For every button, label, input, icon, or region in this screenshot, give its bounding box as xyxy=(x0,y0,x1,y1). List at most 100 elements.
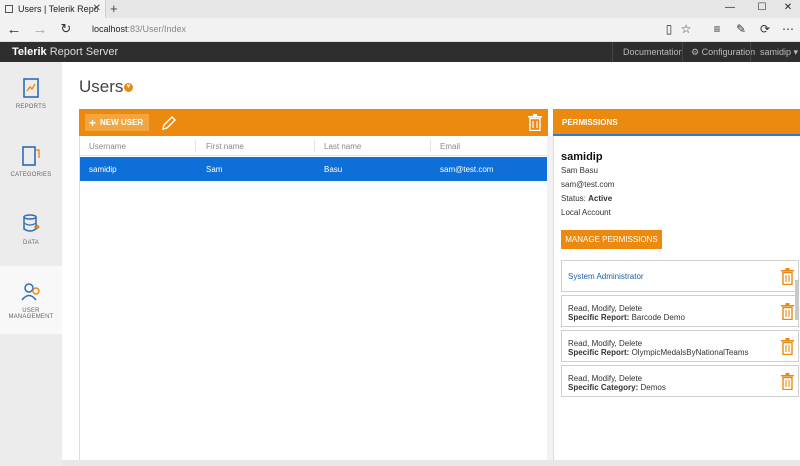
close-tab-icon[interactable]: ✕ xyxy=(93,3,101,14)
status-line: Status: Active xyxy=(561,194,612,203)
nav-item-reports[interactable]: REPORTS xyxy=(0,62,62,130)
database-icon xyxy=(23,214,40,232)
cell-last-name: Basu xyxy=(324,165,343,174)
gear-icon: ⚙ xyxy=(691,47,702,57)
side-navigation: REPORTS CATEGORIES DATA USER MANAGEMENT xyxy=(0,62,62,466)
permission-target-value: Demos xyxy=(638,383,666,392)
manage-permissions-button[interactable]: MANAGE PERMISSIONS xyxy=(561,230,662,249)
permission-card: Read, Modify, Delete Specific Report: Ba… xyxy=(561,295,799,327)
url-field[interactable]: localhost:83/User/Index xyxy=(92,24,186,34)
close-window-icon[interactable]: ✕ xyxy=(778,2,798,13)
documentation-link[interactable]: Documentation xyxy=(623,47,684,57)
permission-target-label: Specific Report: xyxy=(568,313,630,322)
tab-title: Users | Telerik Report Se xyxy=(18,4,98,14)
page-icon xyxy=(5,5,13,13)
report-icon xyxy=(23,78,39,98)
header-divider xyxy=(682,42,683,62)
users-toolbar: + NEW USER xyxy=(79,109,548,136)
browser-tab[interactable]: Users | Telerik Report Se ✕ xyxy=(0,0,106,18)
permission-rights: Read, Modify, Delete xyxy=(568,374,643,383)
permission-rights: Read, Modify, Delete xyxy=(568,304,643,313)
favorite-star-icon[interactable]: ☆ xyxy=(677,22,695,36)
hub-icon[interactable]: ≡ xyxy=(708,22,726,36)
permissions-title: PERMISSIONS xyxy=(562,118,618,127)
app-header: Telerik Report Server Documentation ⚙ Co… xyxy=(0,42,800,62)
nav-item-data[interactable]: DATA xyxy=(0,198,62,266)
grid-header: Username First name Last name Email xyxy=(80,136,547,156)
url-host: localhost xyxy=(92,24,128,34)
delete-trash-icon[interactable] xyxy=(781,373,794,390)
minimize-icon[interactable]: — xyxy=(720,2,740,13)
back-icon[interactable]: ← xyxy=(4,21,24,38)
column-header-last-name[interactable]: Last name xyxy=(324,142,361,151)
configuration-label: Configuration xyxy=(701,47,756,57)
nav-label: CATEGORIES xyxy=(10,172,52,178)
page-title: Users xyxy=(79,77,124,96)
permission-card: System Administrator xyxy=(561,260,799,292)
permission-target-value: OlympicMedalsByNationalTeams xyxy=(629,348,749,357)
new-user-label: NEW USER xyxy=(100,118,144,127)
category-icon xyxy=(22,146,40,166)
permission-role-link[interactable]: System Administrator xyxy=(568,272,644,281)
plus-icon: + xyxy=(89,115,97,130)
nav-item-categories[interactable]: CATEGORIES xyxy=(0,130,62,198)
nav-label: USER MANAGEMENT xyxy=(8,308,54,320)
new-user-button[interactable]: + NEW USER xyxy=(85,114,149,131)
new-tab-icon[interactable]: + xyxy=(110,1,118,16)
cell-first-name: Sam xyxy=(206,165,223,174)
url-path: :83/User/Index xyxy=(127,24,187,34)
delete-trash-icon[interactable] xyxy=(781,303,794,320)
column-divider xyxy=(314,140,315,152)
configuration-link[interactable]: ⚙ Configuration xyxy=(691,47,755,58)
cell-username: samidip xyxy=(89,165,117,174)
status-badge: Active xyxy=(588,194,613,203)
brand-sub: Report Server xyxy=(46,46,119,58)
edit-pencil-icon[interactable] xyxy=(161,115,177,131)
address-bar: ← → ↻ localhost:83/User/Index ▯ ☆ ≡ ✎ ⟳ … xyxy=(0,18,800,42)
users-icon xyxy=(21,283,40,301)
permission-target-label: Specific Report: xyxy=(568,348,630,357)
nav-label: REPORTS xyxy=(15,104,47,110)
permission-target: Specific Report: OlympicMedalsByNational… xyxy=(568,348,749,357)
full-name: Sam Basu xyxy=(561,166,598,175)
brand-logo[interactable]: Telerik Report Server xyxy=(12,46,118,58)
cell-email: sam@test.com xyxy=(440,165,494,174)
reading-view-icon[interactable]: ▯ xyxy=(660,22,678,36)
forward-icon[interactable]: → xyxy=(30,21,50,38)
horizontal-scrollbar[interactable] xyxy=(62,460,800,466)
nav-label: DATA xyxy=(23,240,39,246)
refresh-icon[interactable]: ↻ xyxy=(56,21,76,37)
permissions-header: PERMISSIONS xyxy=(553,109,800,136)
header-divider xyxy=(750,42,751,62)
user-menu[interactable]: samidip ▾ xyxy=(760,47,798,58)
delete-trash-icon[interactable] xyxy=(781,268,794,285)
delete-trash-icon[interactable] xyxy=(528,114,542,131)
share-icon[interactable]: ⟳ xyxy=(756,22,774,36)
column-divider xyxy=(430,140,431,152)
permission-target: Specific Report: Barcode Demo xyxy=(568,313,685,322)
account-type: Local Account xyxy=(561,208,611,217)
table-row[interactable]: samidip Sam Basu sam@test.com xyxy=(80,157,547,181)
column-divider xyxy=(195,140,196,152)
nav-item-user-management[interactable]: USER MANAGEMENT xyxy=(0,266,62,334)
delete-trash-icon[interactable] xyxy=(781,338,794,355)
web-note-icon[interactable]: ✎ xyxy=(732,22,750,36)
permission-target-value: Barcode Demo xyxy=(629,313,685,322)
header-divider xyxy=(612,42,613,62)
brand-main: Telerik xyxy=(12,46,47,58)
chevron-down-icon[interactable]: ▼ xyxy=(124,83,133,92)
permission-card: Read, Modify, Delete Specific Category: … xyxy=(561,365,799,397)
email-value: sam@test.com xyxy=(561,180,615,189)
status-label: Status: xyxy=(561,194,589,203)
permission-card: Read, Modify, Delete Specific Report: Ol… xyxy=(561,330,799,362)
column-header-first-name[interactable]: First name xyxy=(206,142,244,151)
page-scrollbar-thumb[interactable] xyxy=(795,280,799,320)
more-icon[interactable]: ⋯ xyxy=(779,22,797,36)
permission-target-label: Specific Category: xyxy=(568,383,639,392)
column-header-email[interactable]: Email xyxy=(440,142,460,151)
browser-tab-bar: Users | Telerik Report Se ✕ + — ☐ ✕ xyxy=(0,0,800,18)
selected-username: samidip xyxy=(561,151,603,163)
permission-rights: Read, Modify, Delete xyxy=(568,339,643,348)
column-header-username[interactable]: Username xyxy=(89,142,126,151)
maximize-icon[interactable]: ☐ xyxy=(752,2,772,13)
